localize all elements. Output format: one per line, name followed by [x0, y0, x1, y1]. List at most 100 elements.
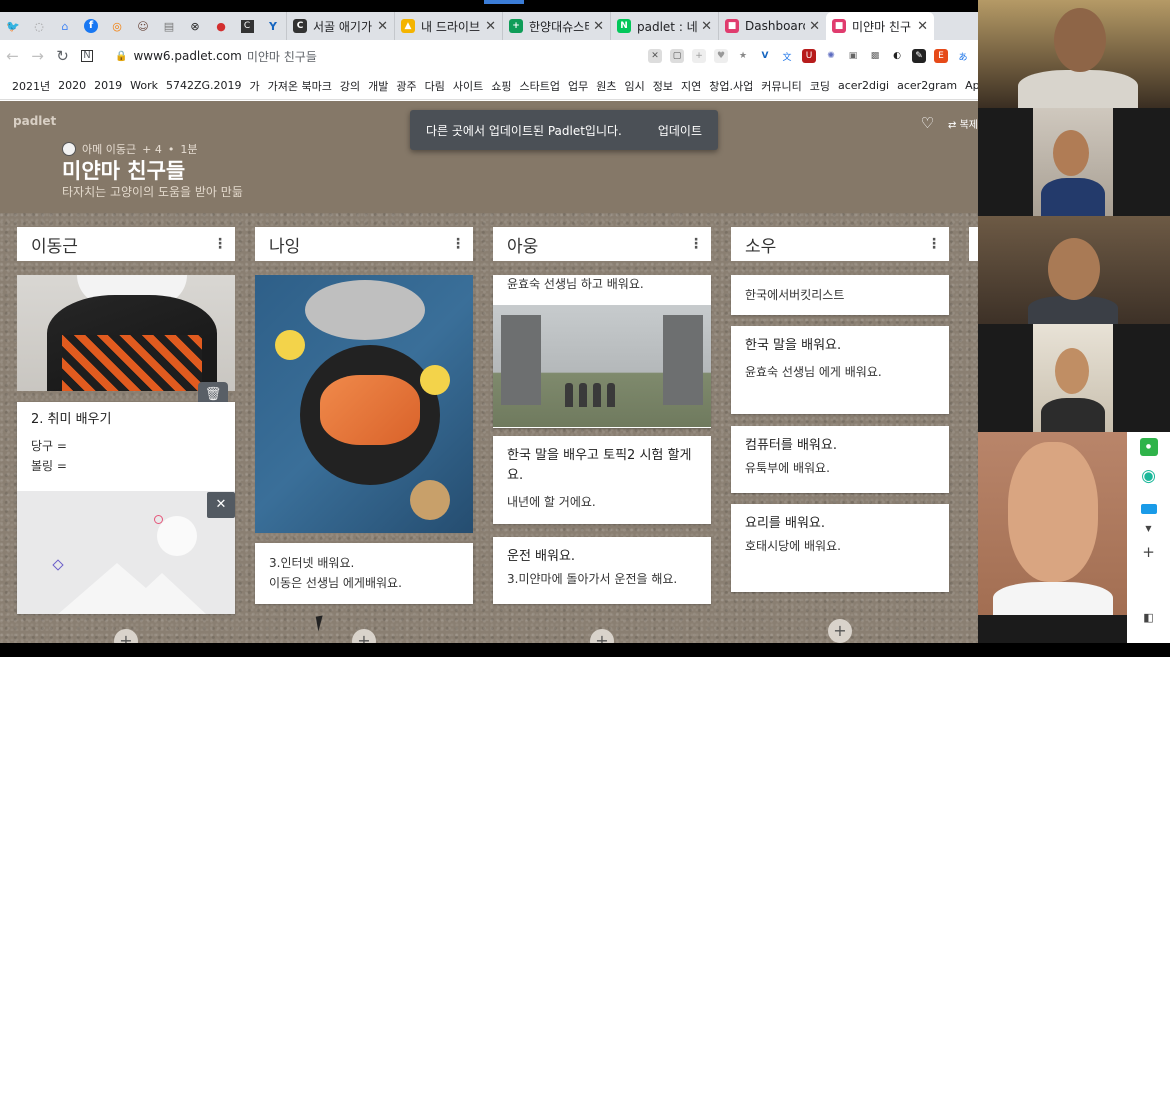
video-tile-participant-1[interactable]: [1033, 108, 1113, 216]
tab-4[interactable]: ■ Dashboard ✕: [718, 12, 826, 40]
bookmark-item[interactable]: 강의: [340, 78, 360, 94]
cube-icon[interactable]: ▩: [868, 49, 882, 63]
v-extension-icon[interactable]: V: [758, 49, 772, 63]
bookmark-item[interactable]: 광주: [396, 78, 416, 94]
bookmark-item[interactable]: 다림: [425, 78, 445, 94]
chevron-down-icon[interactable]: ▼: [1145, 524, 1151, 533]
pinned-tab-8[interactable]: ⊗: [182, 12, 208, 40]
gear-extension-icon[interactable]: ✺: [824, 49, 838, 63]
column-title[interactable]: 소우: [745, 232, 776, 257]
bookmark-item[interactable]: acer2digi: [838, 79, 889, 92]
column-title[interactable]: 아웅: [507, 232, 538, 257]
app-badge-icon[interactable]: ●: [1139, 438, 1158, 456]
pinned-tab-6[interactable]: ☺: [130, 12, 156, 40]
column-title[interactable]: 나잉: [269, 232, 300, 257]
bookmark-item[interactable]: 임시: [624, 78, 644, 94]
card-computer[interactable]: 컴퓨터를 배워요. 유툭부에 배워요.: [731, 426, 949, 493]
more-options-icon[interactable]: ⋮: [689, 236, 703, 252]
video-tile-host[interactable]: [978, 0, 1170, 108]
add-post-button[interactable]: +: [352, 629, 376, 643]
pinned-tab-2[interactable]: ◌: [26, 12, 52, 40]
video-tile-participant-2[interactable]: [978, 216, 1170, 324]
close-attachment-button[interactable]: ✕: [207, 492, 235, 518]
camera-blocked-icon[interactable]: ✕: [648, 49, 662, 63]
card-teacher[interactable]: 윤효숙 선생님 하고 배워요.: [493, 275, 711, 428]
card-topik[interactable]: 한국 말을 배우고 토픽2 시험 할게요. 내년에 할 거에요.: [493, 436, 711, 524]
site-info-icon[interactable]: N: [81, 50, 93, 62]
tab-1[interactable]: ▲ 내 드라이브 ✕: [394, 12, 502, 40]
card-korean[interactable]: 한국 말을 배워요. 윤효숙 선생님 에게 배워요.: [731, 326, 949, 414]
bookmark-item[interactable]: 사이트: [453, 78, 483, 94]
bookmark-item[interactable]: Work: [130, 79, 158, 92]
pinned-tab-10[interactable]: C: [234, 12, 260, 40]
heart-icon[interactable]: ♡: [921, 114, 934, 132]
more-options-icon[interactable]: ⋮: [213, 236, 227, 252]
contributors-count[interactable]: + 4: [142, 143, 162, 156]
close-icon[interactable]: ✕: [485, 19, 496, 34]
back-button[interactable]: ←: [0, 47, 25, 65]
translate-2-icon[interactable]: あ: [956, 49, 970, 63]
pinned-tab-facebook[interactable]: f: [78, 12, 104, 40]
edit-icon[interactable]: ✎: [912, 49, 926, 63]
avatar[interactable]: [62, 142, 76, 156]
bookmark-item[interactable]: Apps: [965, 79, 978, 92]
more-options-icon[interactable]: ⋮: [451, 236, 465, 252]
more-options-icon[interactable]: ⋮: [927, 236, 941, 252]
sweater-photo[interactable]: [17, 275, 235, 391]
bookmark-item[interactable]: 2020: [58, 79, 86, 92]
add-post-button[interactable]: +: [828, 619, 852, 643]
tab-3[interactable]: Npadlet : 네이✕: [610, 12, 718, 40]
close-icon[interactable]: ✕: [809, 19, 820, 34]
remake-button[interactable]: ⇄ 복제: [948, 116, 978, 131]
bookmark-item[interactable]: 개발: [368, 78, 388, 94]
bookmark-item[interactable]: acer2gram: [897, 79, 957, 92]
update-button[interactable]: 업데이트: [658, 122, 702, 139]
padlet-logo[interactable]: padlet: [13, 114, 56, 128]
add-post-button[interactable]: +: [590, 629, 614, 643]
map-attachment[interactable]: [17, 491, 235, 614]
video-tile-participant-3[interactable]: [1033, 324, 1113, 432]
e-extension-icon[interactable]: E: [934, 49, 948, 63]
bookmark-item[interactable]: 스타트업: [520, 78, 560, 94]
card-internet[interactable]: 3.인터넷 배워요. 이동은 선생님 에게배워요.: [255, 543, 473, 604]
shield-icon[interactable]: ♥: [714, 49, 728, 63]
pinned-tab-7[interactable]: ▤: [156, 12, 182, 40]
bookmark-star-icon[interactable]: ★: [736, 49, 750, 63]
pinned-tab-5[interactable]: ◎: [104, 12, 130, 40]
pinned-tab-home[interactable]: ⌂: [52, 12, 78, 40]
tab-5[interactable]: ■ 미얀마 친구 ✕: [826, 12, 934, 40]
close-icon[interactable]: ✕: [701, 19, 712, 34]
bookmark-item[interactable]: 가져온 북마크: [268, 78, 332, 94]
add-circle-icon[interactable]: +: [692, 49, 706, 63]
mouse-icon[interactable]: ◐: [890, 49, 904, 63]
bookmark-item[interactable]: 창업.사업: [709, 78, 753, 94]
forward-button[interactable]: →: [25, 47, 50, 65]
reload-button[interactable]: ↻: [50, 47, 75, 65]
bookmark-item[interactable]: 커뮤니티: [761, 78, 801, 94]
bookmark-item[interactable]: 쇼핑: [491, 78, 511, 94]
play-circle-icon[interactable]: ◉: [1141, 466, 1156, 486]
close-icon[interactable]: ✕: [593, 19, 604, 34]
bookmark-item[interactable]: 5742ZG.2019: [166, 79, 242, 92]
bookmark-item[interactable]: 정보: [653, 78, 673, 94]
layers-icon[interactable]: ▣: [846, 49, 860, 63]
bookmark-item[interactable]: 원츠: [596, 78, 616, 94]
pinned-tab-11[interactable]: Y: [260, 12, 286, 40]
clipboard-icon[interactable]: ▢: [670, 49, 684, 63]
panel-toggle-icon[interactable]: ◧: [1143, 611, 1153, 624]
card-driving[interactable]: 운전 배워요. 3.미얀마에 돌아가서 운전을 해요.: [493, 537, 711, 604]
bookmark-item[interactable]: 가: [250, 78, 260, 94]
ublock-icon[interactable]: U: [802, 49, 816, 63]
add-post-button[interactable]: +: [114, 629, 138, 643]
tab-0[interactable]: C 서골 애기가 ✕: [286, 12, 394, 40]
bookmark-item[interactable]: 2019: [94, 79, 122, 92]
bookmark-item[interactable]: 코딩: [810, 78, 830, 94]
translate-icon[interactable]: 文: [780, 49, 794, 63]
bookmark-item[interactable]: 지연: [681, 78, 701, 94]
food-photo[interactable]: [255, 275, 473, 533]
close-icon[interactable]: ✕: [917, 19, 928, 34]
plus-icon[interactable]: +: [1142, 543, 1155, 561]
close-icon[interactable]: ✕: [377, 19, 388, 34]
card-cooking[interactable]: 요리를 배워요. 호태시당에 배워요.: [731, 504, 949, 592]
tab-2[interactable]: + 한양대슈스터 ✕: [502, 12, 610, 40]
